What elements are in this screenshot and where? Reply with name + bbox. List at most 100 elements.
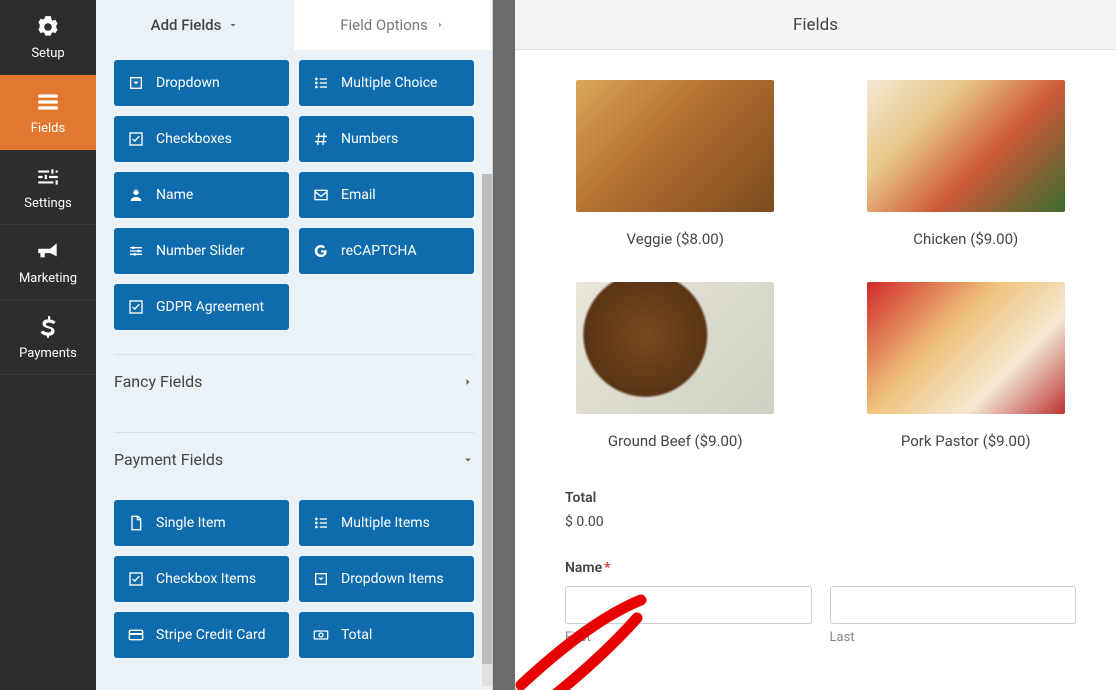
chevron-down-icon: [462, 454, 474, 466]
preview-header: Fields: [515, 0, 1116, 50]
sliders-icon: [35, 164, 61, 190]
total-field[interactable]: Total $ 0.00: [565, 490, 1076, 530]
field-label: Stripe Credit Card: [156, 627, 266, 643]
last-name-input[interactable]: [830, 586, 1077, 624]
field-checkboxes[interactable]: Checkboxes: [114, 116, 289, 162]
nav-settings-label: Settings: [24, 196, 71, 211]
check-square-icon: [128, 299, 144, 315]
hashtag-icon: [313, 131, 329, 147]
name-subfields: First Last: [565, 586, 1076, 645]
name-label-text: Name: [565, 560, 602, 576]
credit-card-icon: [128, 627, 144, 643]
app-root: Setup Fields Settings Marketing Payments…: [0, 0, 1116, 690]
total-label: Total: [565, 490, 1076, 506]
panel-tabs: Add Fields Field Options: [96, 0, 492, 50]
field-total[interactable]: Total: [299, 612, 474, 658]
first-name-input[interactable]: [565, 586, 812, 624]
required-mark: *: [604, 560, 610, 576]
chevron-down-icon: [227, 19, 239, 31]
panel-gutter: [493, 0, 515, 690]
panel-body: Dropdown Multiple Choice Checkboxes Numb…: [96, 50, 492, 690]
last-name-sublabel: Last: [830, 630, 1077, 645]
field-gdpr[interactable]: GDPR Agreement: [114, 284, 289, 330]
field-label: Multiple Items: [341, 515, 430, 531]
first-name-sublabel: First: [565, 630, 812, 645]
check-square-icon: [128, 571, 144, 587]
google-icon: [313, 243, 329, 259]
payment-fields-grid: Single Item Multiple Items Checkbox Item…: [114, 500, 474, 658]
field-number-slider[interactable]: Number Slider: [114, 228, 289, 274]
field-label: GDPR Agreement: [156, 299, 264, 315]
list-icon: [35, 89, 61, 115]
gear-icon: [35, 14, 61, 40]
total-value: $ 0.00: [565, 514, 1076, 530]
nav-setup[interactable]: Setup: [0, 0, 96, 75]
field-label: Number Slider: [156, 243, 245, 259]
vertical-nav: Setup Fields Settings Marketing Payments: [0, 0, 96, 690]
nav-setup-label: Setup: [31, 46, 64, 61]
nav-payments-label: Payments: [19, 346, 77, 361]
field-label: Dropdown: [156, 75, 220, 91]
field-checkbox-items[interactable]: Checkbox Items: [114, 556, 289, 602]
tab-field-options[interactable]: Field Options: [294, 0, 492, 50]
name-field[interactable]: Name* First Last: [565, 560, 1076, 645]
field-email[interactable]: Email: [299, 172, 474, 218]
sliders-h-icon: [128, 243, 144, 259]
list-ul-icon: [313, 515, 329, 531]
field-dropdown-items[interactable]: Dropdown Items: [299, 556, 474, 602]
preview-title: Fields: [793, 15, 838, 35]
product-chicken[interactable]: Chicken ($9.00): [856, 80, 1077, 248]
file-icon: [128, 515, 144, 531]
list-ul-icon: [313, 75, 329, 91]
check-square-icon: [128, 131, 144, 147]
product-image: [576, 80, 774, 212]
field-label: Name: [156, 187, 193, 203]
product-label: Ground Beef ($9.00): [608, 432, 743, 450]
fields-panel: Add Fields Field Options Dropdown Multip…: [96, 0, 493, 690]
nav-fields[interactable]: Fields: [0, 75, 96, 150]
product-label: Chicken ($9.00): [913, 230, 1018, 248]
field-multiple-choice[interactable]: Multiple Choice: [299, 60, 474, 106]
nav-marketing[interactable]: Marketing: [0, 225, 96, 300]
product-porkpastor[interactable]: Pork Pastor ($9.00): [856, 282, 1077, 450]
section-fancy-fields[interactable]: Fancy Fields: [114, 354, 474, 408]
form-preview: Fields Veggie ($8.00) Chicken ($9.00) Gr…: [515, 0, 1116, 690]
nav-marketing-label: Marketing: [19, 271, 77, 286]
standard-fields-grid: Dropdown Multiple Choice Checkboxes Numb…: [114, 60, 474, 330]
section-payment-fields[interactable]: Payment Fields: [114, 432, 474, 486]
field-dropdown[interactable]: Dropdown: [114, 60, 289, 106]
field-label: Checkboxes: [156, 131, 232, 147]
bullhorn-icon: [35, 239, 61, 265]
field-label: reCAPTCHA: [341, 243, 417, 259]
name-label: Name*: [565, 560, 1076, 576]
field-label: Multiple Choice: [341, 75, 437, 91]
preview-scroll[interactable]: Veggie ($8.00) Chicken ($9.00) Ground Be…: [515, 50, 1116, 690]
product-image: [867, 282, 1065, 414]
product-label: Veggie ($8.00): [627, 230, 724, 248]
chevron-right-icon: [462, 376, 474, 388]
field-multiple-items[interactable]: Multiple Items: [299, 500, 474, 546]
field-single-item[interactable]: Single Item: [114, 500, 289, 546]
field-recaptcha[interactable]: reCAPTCHA: [299, 228, 474, 274]
tab-add-fields[interactable]: Add Fields: [96, 0, 294, 50]
user-icon: [128, 187, 144, 203]
product-veggie[interactable]: Veggie ($8.00): [565, 80, 786, 248]
field-label: Total: [341, 627, 372, 643]
product-groundbeef[interactable]: Ground Beef ($9.00): [565, 282, 786, 450]
field-label: Dropdown Items: [341, 571, 444, 587]
field-numbers[interactable]: Numbers: [299, 116, 474, 162]
envelope-icon: [313, 187, 329, 203]
nav-settings[interactable]: Settings: [0, 150, 96, 225]
field-label: Numbers: [341, 131, 398, 147]
product-image: [576, 282, 774, 414]
field-stripe[interactable]: Stripe Credit Card: [114, 612, 289, 658]
section-payment-label: Payment Fields: [114, 450, 223, 469]
caret-square-icon: [128, 75, 144, 91]
tab-add-fields-label: Add Fields: [151, 16, 222, 34]
product-label: Pork Pastor ($9.00): [901, 432, 1031, 450]
tab-field-options-label: Field Options: [340, 16, 428, 34]
field-name[interactable]: Name: [114, 172, 289, 218]
money-icon: [313, 627, 329, 643]
nav-payments[interactable]: Payments: [0, 300, 96, 375]
dollar-icon: [35, 314, 61, 340]
